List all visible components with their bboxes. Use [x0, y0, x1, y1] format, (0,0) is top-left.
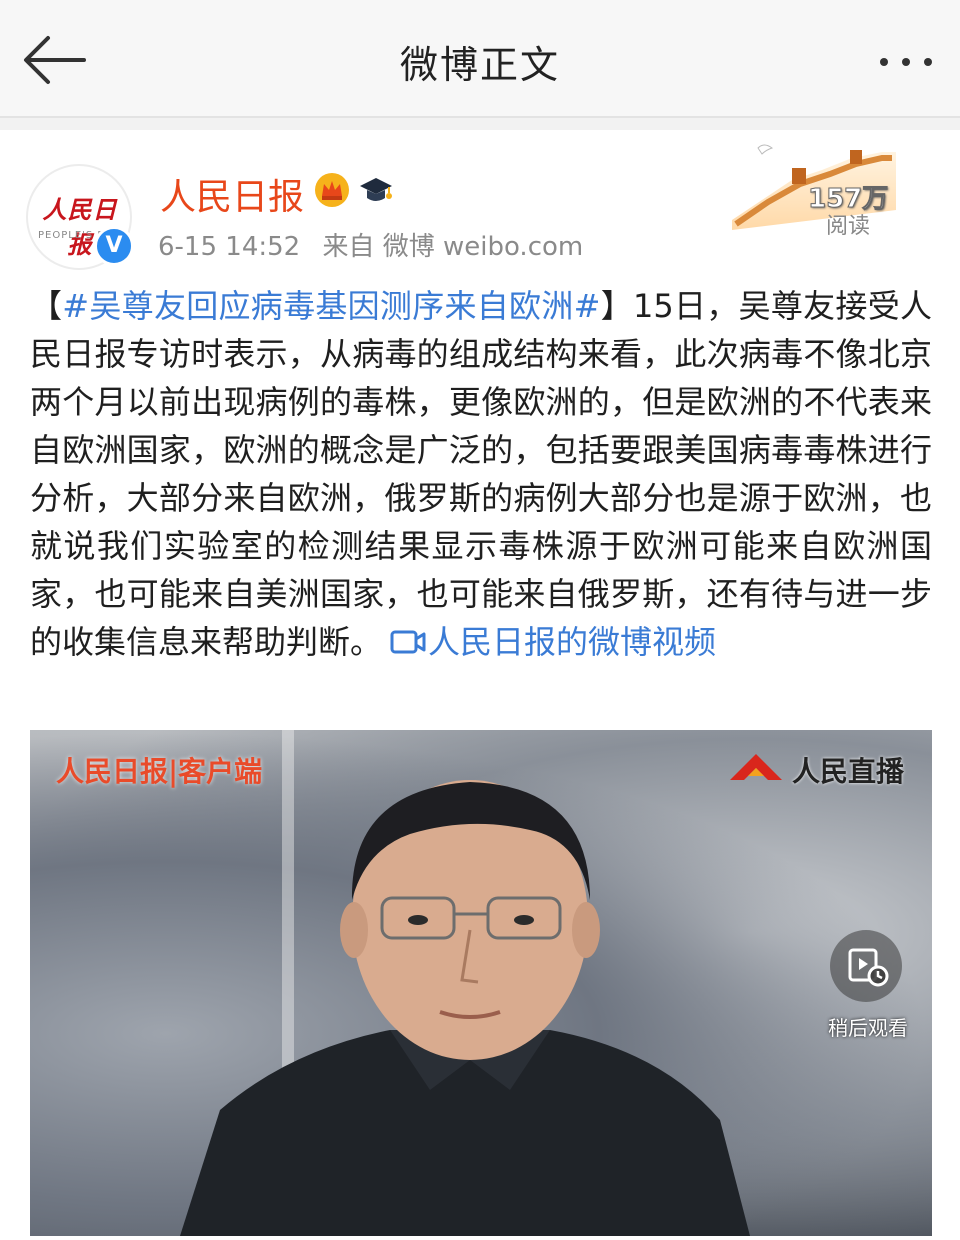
author-name[interactable]: 人民日报 [160, 168, 304, 220]
video-player[interactable]: 人民日报|客户端 人民直播 稍后观看 [30, 730, 932, 1236]
video-person [180, 780, 750, 1236]
post-meta: 6-15 14:52 来自 微博 weibo.com [158, 226, 583, 263]
more-dots-icon[interactable] [870, 36, 942, 84]
post-content: 【#吴尊友回应病毒基因测序来自欧洲#】15日，吴尊友接受人民日报专访时表示，从病… [30, 282, 932, 666]
section-divider [0, 118, 960, 130]
video-live-label: 人民直播 [791, 755, 904, 788]
hashtag-link[interactable]: #吴尊友回应病毒基因测序来自欧洲# [62, 287, 600, 325]
watch-later-label: 稍后观看 [828, 1016, 908, 1040]
watch-later-icon[interactable] [830, 930, 902, 1002]
verified-badge-icon: V [94, 226, 134, 266]
post-time: 6-15 14:52 [158, 232, 301, 262]
page-title: 微博正文 [399, 43, 560, 87]
video-link-label: 人民日报的微博视频 [428, 623, 717, 661]
post-source: 来自 微博 weibo.com [322, 232, 584, 262]
bracket-close: 】 [600, 287, 634, 325]
post-text: 15日，吴尊友接受人民日报专访时表示，从病毒的组成结构来看，此次病毒不像北京两个… [30, 287, 932, 661]
graduation-cap-icon[interactable] [358, 172, 394, 208]
video-watermark-logo: 人民日报|客户端 [56, 755, 263, 788]
live-logo-icon [730, 754, 782, 780]
video-camera-icon [390, 630, 426, 654]
crown-icon[interactable] [314, 172, 350, 208]
reads-label: 阅读 [826, 214, 871, 239]
top-nav-bar: 微博正文 [0, 0, 960, 118]
bracket-open: 【 [30, 287, 63, 325]
video-link[interactable]: 人民日报的微博视频 [382, 623, 716, 661]
